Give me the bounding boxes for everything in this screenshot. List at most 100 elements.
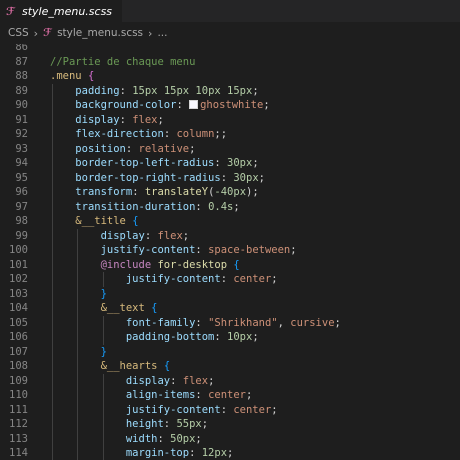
code-text: position: relative; [50,142,195,157]
line-number: 107 [9,345,28,358]
code-line[interactable]: 110 align-items: center; [0,388,460,403]
color-swatch[interactable] [189,99,199,109]
code-token: center [233,403,272,416]
code-line[interactable]: 92 flex-direction: column;; [0,127,460,142]
code-token: ; [246,389,253,401]
code-line[interactable]: 106 padding-bottom: 10px; [0,330,460,345]
code-token: align-items [125,389,196,401]
code-token: ; [252,84,259,97]
code-token: justify-content [125,403,221,416]
code-line[interactable]: 86 [0,44,460,55]
code-token: column [176,128,215,140]
sass-icon: ℱ [6,4,15,18]
code-line[interactable]: 100 justify-content: space-between; [0,243,460,258]
line-number: 86 [15,44,28,53]
code-line[interactable]: 102 justify-content: center; [0,272,460,287]
code-token: ; [233,200,240,213]
code-line[interactable]: 109 display: flex; [0,374,460,389]
chevron-right-icon: › [148,26,153,40]
code-line[interactable]: 107 } [0,345,460,360]
code-token: : [119,113,133,126]
code-line[interactable]: 108 &__hearts { [0,359,460,374]
line-number: 101 [9,258,28,271]
line-number: 89 [15,84,28,97]
code-line[interactable]: 94 border-top-left-radius: 30px; [0,156,460,171]
code-token: ; [195,432,202,445]
code-line[interactable]: 99 display: flex; [0,229,460,244]
code-text: width: 50px; [50,432,202,447]
code-token: display [75,113,120,126]
code-token: height [125,418,164,430]
line-number: 91 [15,113,28,126]
code-token: : [195,244,209,256]
code-token: transition-duration [75,200,196,213]
code-line[interactable]: 90 background-color: ghostwhite; [0,98,460,113]
line-number: 97 [15,200,28,213]
code-token: center [208,389,246,401]
line-number: 102 [9,273,28,285]
code-line[interactable]: 98 &__title { [0,214,460,229]
breadcrumb-folder[interactable]: CSS [8,27,29,39]
code-line[interactable]: 87 //Partie de chaque menu [0,55,460,70]
code-token: : [220,273,234,285]
breadcrumb-file[interactable]: style_menu.scss [57,27,143,39]
code-token: : [189,447,202,459]
code-line[interactable]: 95 border-top-right-radius: 30px; [0,171,460,186]
code-token: transform [75,186,133,198]
code-token: font-family [125,316,196,329]
code-token: flex [182,374,209,387]
breadcrumb-more[interactable]: ... [157,27,167,39]
code-token: : [163,128,177,140]
line-number: 103 [9,287,28,300]
code-editor[interactable]: 86 87//Partie de chaque menu 88 .menu {89 p… [0,44,460,460]
code-line[interactable]: 112 height: 55px; [0,417,460,432]
code-token: position [75,142,126,155]
code-line[interactable]: 91 display: flex; [0,113,460,128]
code-line[interactable]: 89 padding: 15px 15px 10px 15px; [0,84,460,99]
code-line[interactable]: 93 position: relative; [0,142,460,157]
code-token: : [195,316,209,329]
code-token: padding [75,84,120,97]
code-token: ; [157,113,164,126]
code-token: : [125,142,139,155]
code-token: justify-content [125,273,221,285]
code-token: ;; [214,128,228,140]
code-line[interactable]: 114 margin-top: 12px; [0,446,460,460]
code-line[interactable]: 113 width: 50px; [0,432,460,447]
code-line[interactable]: 97 transition-duration: 0.4s; [0,200,460,215]
line-number: 109 [9,374,28,387]
code-token: { [163,360,171,372]
line-number: 105 [9,316,28,329]
code-text: flex-direction: column;; [50,127,227,142]
code-token: : [214,331,228,343]
code-token: padding-bottom [125,331,215,343]
code-line[interactable]: 88 .menu { [0,69,460,84]
code-token: : [195,200,209,213]
code-token: ; [271,273,278,285]
code-text: transform: translateY(-40px); [50,185,258,200]
code-line[interactable]: 111 justify-content: center; [0,403,460,418]
code-line[interactable]: 96 transform: translateY(-40px); [0,185,460,200]
tab-style-menu-scss[interactable]: ℱ style_menu.scss [0,0,124,22]
code-token: ; [227,447,234,459]
line-number: 113 [9,432,28,445]
code-line[interactable]: 101 @include for-desktop { [0,258,460,273]
code-token: : [163,418,177,430]
code-token: ; [258,171,265,184]
code-token: for-desktop [157,258,228,271]
code-token: ; [182,229,190,242]
code-line[interactable]: 103 } [0,287,460,302]
code-line[interactable]: 105 font-family: "Shrikhand", cursive; [0,316,460,331]
code-token: border-top-right-radius [75,171,221,184]
code-line[interactable]: 104 &__text { [0,301,460,316]
tab-label: style_menu.scss [22,4,113,18]
